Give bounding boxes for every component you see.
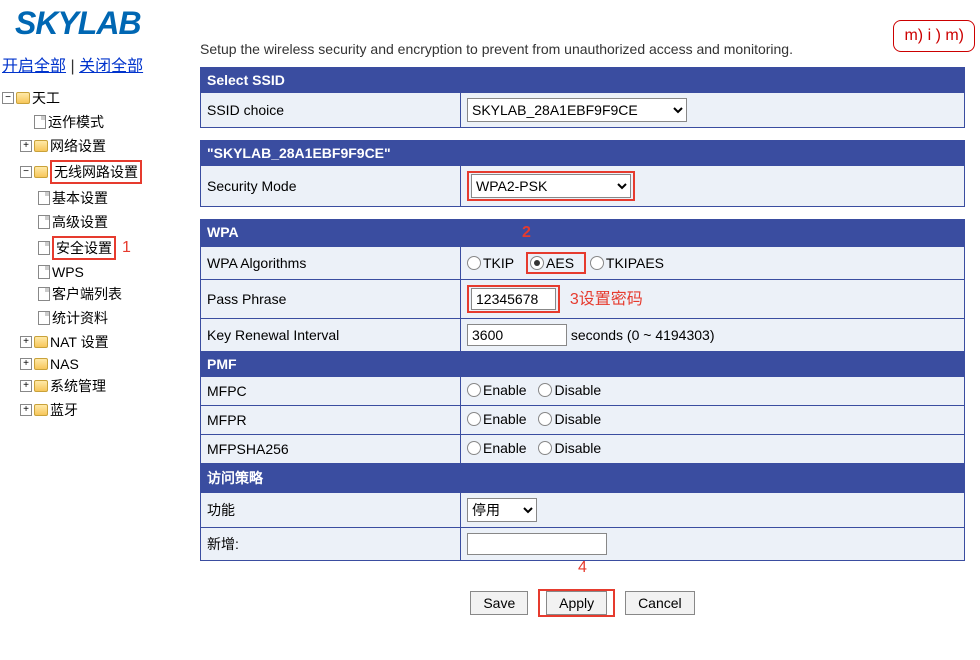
radio-mfpc-disable[interactable]: Disable <box>538 382 601 398</box>
folder-icon <box>34 166 48 178</box>
page-icon <box>34 115 46 129</box>
security-mode-select[interactable]: WPA2-PSK <box>471 174 631 198</box>
section-header-ssid: Select SSID <box>201 68 965 93</box>
apply-button[interactable]: Apply <box>546 591 607 615</box>
radio-mfpsha-disable[interactable]: Disable <box>538 440 601 456</box>
page-icon <box>38 241 50 255</box>
section-header-access-policy: 访问策略 <box>201 464 965 493</box>
pass-phrase-label: Pass Phrase <box>201 280 461 319</box>
save-button[interactable]: Save <box>470 591 528 615</box>
add-new-label: 新增: <box>201 528 461 561</box>
sidebar-item-basic[interactable]: 基本设置 <box>38 186 200 210</box>
ssid-choice-label: SSID choice <box>201 93 461 128</box>
page-icon <box>38 215 50 229</box>
mfpsha-label: MFPSHA256 <box>201 435 461 464</box>
radio-mfpr-disable[interactable]: Disable <box>538 411 601 427</box>
section-header-pmf: PMF <box>201 352 965 377</box>
page-icon <box>38 191 50 205</box>
page-icon <box>38 265 50 279</box>
folder-icon <box>16 92 30 104</box>
sidebar-item-network-settings[interactable]: + 网络设置 <box>20 134 200 158</box>
function-label: 功能 <box>201 493 461 528</box>
collapse-icon[interactable]: − <box>20 166 32 178</box>
radio-tkipaes[interactable]: TKIPAES <box>590 255 664 271</box>
annotation-2: 2 <box>522 224 531 241</box>
sidebar-item-security[interactable]: 安全设置1 <box>38 234 200 262</box>
radio-aes[interactable]: AES <box>530 255 574 271</box>
pass-phrase-input[interactable] <box>471 288 556 310</box>
sidebar-item-stats[interactable]: 统计资料 <box>38 306 200 330</box>
section-header-ssid-name: "SKYLAB_28A1EBF9F9CE" <box>201 141 965 166</box>
folder-icon <box>34 380 48 392</box>
annotation-3: 3设置密码 <box>570 291 643 308</box>
expand-icon[interactable]: + <box>20 380 32 392</box>
page-icon <box>38 287 50 301</box>
sidebar-item-sys-mgmt[interactable]: +系统管理 <box>20 374 200 398</box>
ssid-choice-select[interactable]: SKYLAB_28A1EBF9F9CE <box>467 98 687 122</box>
tree-root[interactable]: − 天工 <box>2 86 200 110</box>
key-renewal-input[interactable] <box>467 324 567 346</box>
folder-icon <box>34 140 48 152</box>
open-all-link[interactable]: 开启全部 <box>2 58 66 75</box>
annotation-1: 1 <box>122 239 131 257</box>
sidebar-item-client-list[interactable]: 客户端列表 <box>38 282 200 306</box>
mfpc-label: MFPC <box>201 377 461 406</box>
folder-icon <box>34 336 48 348</box>
close-all-link[interactable]: 关闭全部 <box>79 58 143 75</box>
sidebar-item-wps[interactable]: WPS <box>38 262 200 282</box>
wpa-algorithms-label: WPA Algorithms <box>201 247 461 280</box>
key-renewal-label: Key Renewal Interval <box>201 319 461 352</box>
function-select[interactable]: 停用 <box>467 498 537 522</box>
sidebar-item-nas[interactable]: +NAS <box>20 354 200 374</box>
radio-mfpsha-enable[interactable]: Enable <box>467 440 527 456</box>
sidebar-item-operation-mode[interactable]: 运作模式 <box>20 110 200 134</box>
page-icon <box>38 311 50 325</box>
tree-root-label: 天工 <box>32 88 60 108</box>
section-header-wpa: WPA 2 <box>201 220 965 247</box>
cancel-button[interactable]: Cancel <box>625 591 695 615</box>
radio-tkip[interactable]: TKIP <box>467 255 514 271</box>
expand-icon[interactable]: + <box>20 404 32 416</box>
sidebar-item-nat[interactable]: +NAT 设置 <box>20 330 200 354</box>
expand-icon[interactable]: + <box>20 336 32 348</box>
folder-icon <box>34 358 48 370</box>
mfpr-label: MFPR <box>201 406 461 435</box>
security-mode-label: Security Mode <box>201 166 461 207</box>
annotation-4: 4 <box>200 559 965 577</box>
separator: | <box>70 58 79 75</box>
radio-mfpr-enable[interactable]: Enable <box>467 411 527 427</box>
sidebar-item-advanced[interactable]: 高级设置 <box>38 210 200 234</box>
radio-mfpc-enable[interactable]: Enable <box>467 382 527 398</box>
sidebar-item-wireless-settings[interactable]: − 无线网路设置 <box>20 158 200 186</box>
key-renewal-hint: seconds (0 ~ 4194303) <box>571 327 715 343</box>
expand-icon[interactable]: + <box>20 358 32 370</box>
brand-logo: SKYLAB <box>15 5 141 41</box>
folder-icon <box>34 404 48 416</box>
sidebar-item-bluetooth[interactable]: +蓝牙 <box>20 398 200 422</box>
collapse-icon[interactable]: − <box>2 92 14 104</box>
page-description: Setup the wireless security and encrypti… <box>200 41 965 57</box>
mim-badge: m) i ) m) <box>893 20 975 52</box>
add-new-input[interactable] <box>467 533 607 555</box>
expand-icon[interactable]: + <box>20 140 32 152</box>
